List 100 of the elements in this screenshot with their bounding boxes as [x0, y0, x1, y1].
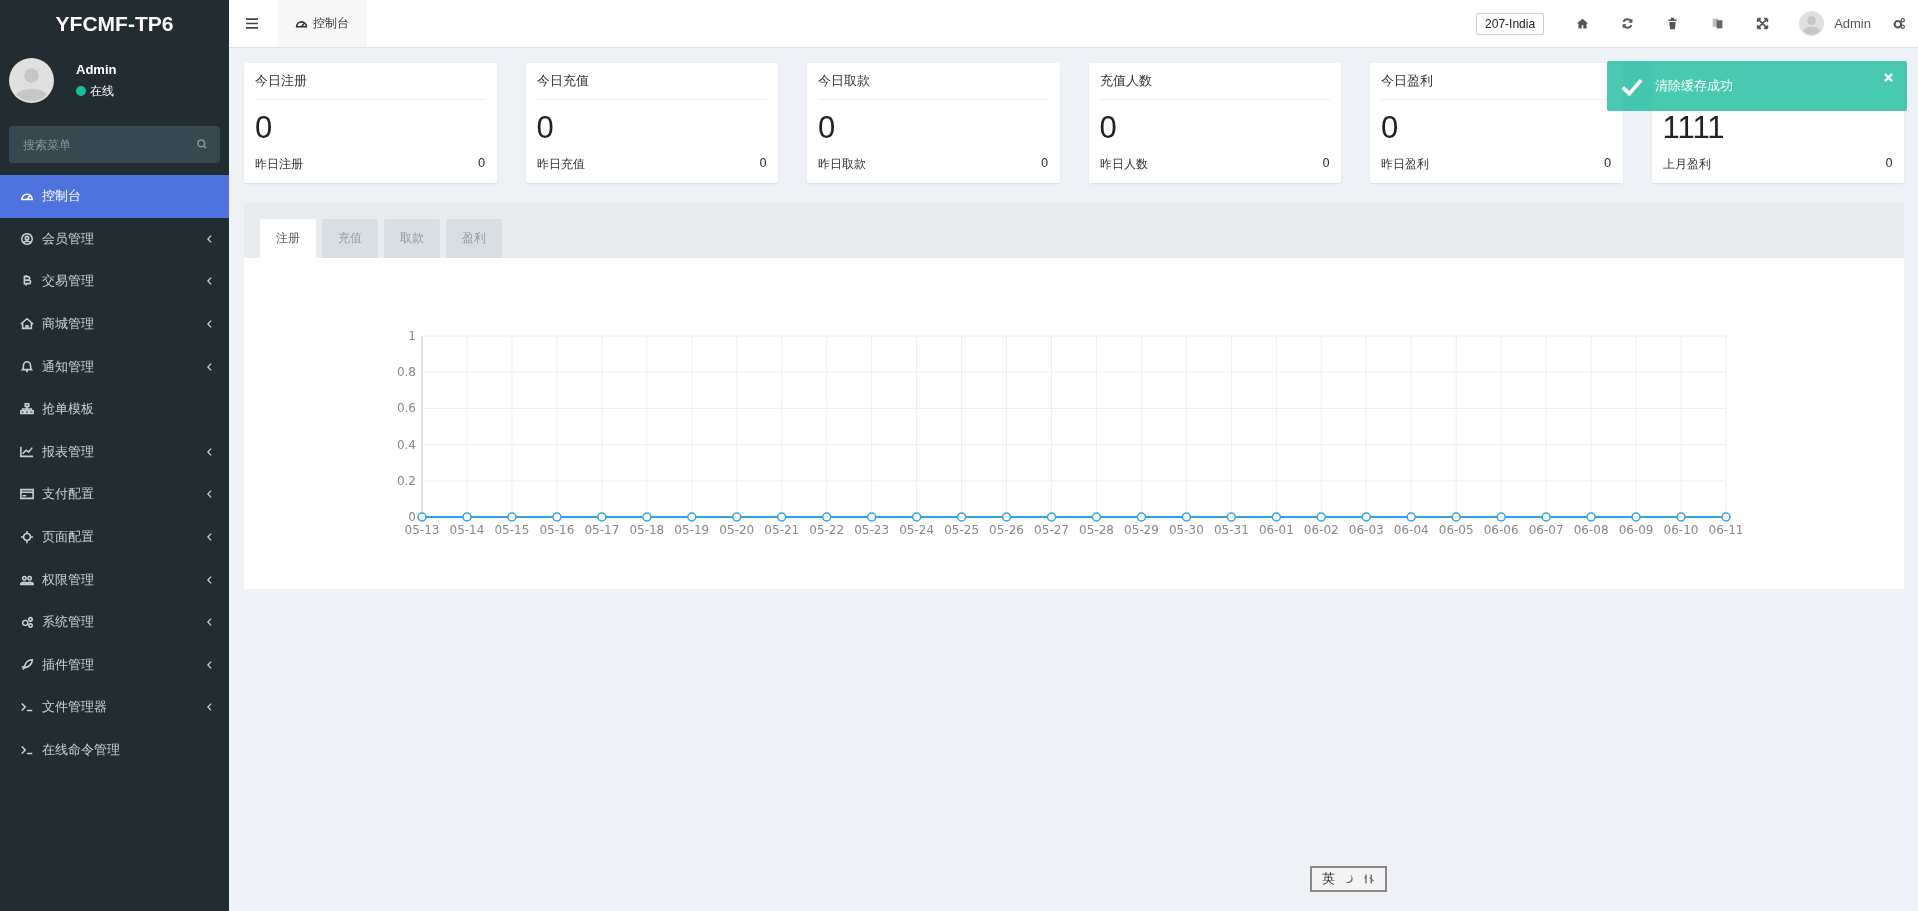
stat-value: 1111 [1662, 110, 1726, 146]
user-menu[interactable]: Admin [1834, 16, 1871, 31]
axis-label: 05-22 [809, 523, 845, 537]
axis-label: 0.4 [396, 437, 416, 452]
settings-icon[interactable] [1893, 17, 1906, 30]
axis-label: 06-08 [1573, 523, 1609, 537]
axis-label: 1 [408, 329, 416, 343]
home-icon[interactable] [1576, 17, 1590, 30]
search-field[interactable]: 搜索菜单 [9, 126, 220, 163]
axis-label: 06-05 [1438, 523, 1474, 537]
home-icon [20, 317, 34, 332]
bell-icon [20, 359, 34, 374]
gears-icon [20, 615, 34, 630]
axis-label: 05-26 [989, 523, 1024, 537]
refresh-icon[interactable] [1621, 17, 1635, 30]
card-title: 今日注册 [255, 72, 307, 90]
card-title: 今日盈利 [1381, 72, 1433, 90]
axis-label: 05-25 [944, 523, 979, 537]
axis-label: 05-17 [584, 523, 620, 537]
stat-label: 昨日注册 [255, 156, 303, 173]
menu-item[interactable]: 文件管理器 [0, 686, 229, 729]
axis-label: 06-01 [1258, 523, 1294, 537]
axis-label: 05-27 [1034, 523, 1069, 537]
axis-label: 06-06 [1483, 523, 1519, 537]
axis-label: 06-03 [1348, 523, 1384, 537]
menu-item[interactable]: 在线命令管理 [0, 728, 229, 772]
menu-item[interactable]: 报表管理 [0, 430, 229, 474]
axis-label: 06-07 [1528, 523, 1564, 537]
menu-icon[interactable] [246, 18, 258, 29]
axis-label: 06-09 [1618, 523, 1654, 537]
stat-value: 0 [536, 110, 555, 146]
stat-sub-value: 0 [1322, 156, 1330, 172]
punctuation-icon[interactable] [1363, 873, 1375, 885]
axis-label: 06-02 [1303, 523, 1339, 537]
axis-label: 05-30 [1169, 523, 1204, 537]
axis-label: 05-21 [764, 523, 800, 537]
axis-label: 05-19 [674, 523, 710, 537]
menu-item[interactable]: 会员管理 [0, 217, 229, 261]
site-selector[interactable]: 207-India [1476, 12, 1545, 35]
user-icon [20, 231, 34, 246]
stat-sub-value: 0 [1603, 156, 1612, 172]
menu-item[interactable]: 权限管理 [0, 558, 229, 601]
axis-label: 0 [408, 510, 416, 524]
fullscreen-icon[interactable] [1756, 17, 1770, 30]
stat-sub-value: 0 [1885, 156, 1893, 172]
brand-logo[interactable]: YFCMF-TP6 [0, 0, 229, 48]
stat-value: 0 [818, 110, 837, 146]
axis-label: 05-15 [494, 523, 530, 537]
stat-label: 上月盈利 [1662, 156, 1711, 173]
trash-icon[interactable] [1666, 17, 1680, 30]
stat-label: 昨日充值 [536, 156, 585, 173]
stat-label: 昨日盈利 [1381, 156, 1429, 173]
menu-item[interactable]: 交易管理 [0, 260, 229, 303]
stat-value: 0 [1381, 110, 1400, 146]
axis-label: 0.8 [396, 365, 416, 380]
translate-icon[interactable] [1711, 17, 1725, 30]
axis-label: 05-14 [449, 523, 485, 537]
moon-icon[interactable] [1343, 873, 1355, 885]
stat-sub-value: 0 [477, 156, 486, 172]
sitemap-icon [20, 402, 34, 417]
axis-label: 05-16 [539, 523, 575, 537]
status-text: 在线 [90, 82, 114, 100]
axis-label: 05-29 [1124, 523, 1159, 537]
axis-label: 06-10 [1663, 523, 1699, 537]
check-icon [1621, 76, 1643, 96]
menu-item[interactable]: 商城管理 [0, 302, 229, 346]
card-title: 充值人数 [1099, 72, 1152, 90]
axis-label: 05-23 [854, 523, 890, 537]
stat-sub-value: 0 [1040, 156, 1049, 172]
toast-message: 清除缓存成功 [1655, 77, 1734, 95]
axis-label: 0.6 [396, 401, 416, 416]
menu-item[interactable]: 控制台 [0, 175, 229, 218]
stat-value: 0 [255, 110, 274, 146]
axis-label: 05-31 [1213, 523, 1249, 537]
axis-label: 05-28 [1079, 523, 1114, 537]
menu-item[interactable]: 通知管理 [0, 345, 229, 388]
stat-label: 昨日人数 [1099, 156, 1148, 173]
terminal-icon [20, 743, 34, 757]
chart-tab[interactable]: 注册 [260, 219, 316, 258]
stat-sub-value: 0 [759, 156, 767, 172]
page-tab[interactable]: 控制台 [278, 0, 367, 47]
axis-label: 05-24 [899, 523, 935, 537]
line-chart-icon [20, 444, 34, 459]
avatar-icon [9, 58, 54, 103]
axis-label: 0.2 [396, 473, 416, 488]
card-title: 今日取款 [818, 72, 870, 90]
menu-item[interactable]: 抢单模板 [0, 387, 229, 431]
axis-label: 06-04 [1393, 523, 1429, 537]
credit-card-icon [20, 487, 34, 502]
menu-item[interactable]: 页面配置 [0, 515, 229, 559]
input-mode[interactable]: 英 [1322, 870, 1335, 888]
menu-item[interactable]: 插件管理 [0, 643, 229, 687]
axis-label: 05-13 [404, 523, 440, 537]
search-icon [196, 138, 208, 150]
menu-item[interactable]: 系统管理 [0, 600, 229, 644]
axis-label: 05-20 [719, 523, 755, 537]
user-name: Admin [76, 61, 117, 77]
card-title: 今日充值 [536, 72, 589, 90]
stat-label: 昨日取款 [818, 156, 866, 173]
menu-item[interactable]: 支付配置 [0, 473, 229, 516]
